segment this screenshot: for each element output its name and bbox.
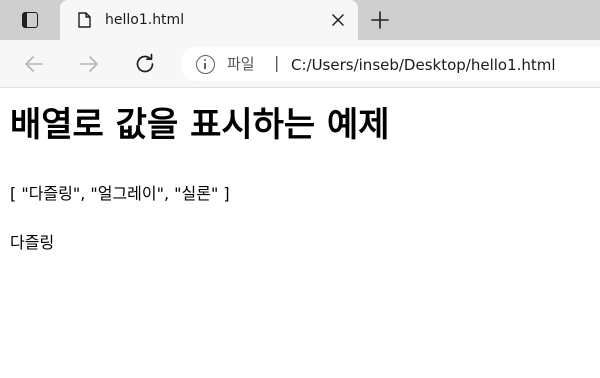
page-icon [78,12,91,28]
value-output: 다즐링 [10,233,55,252]
close-icon [332,14,344,26]
tab-hello1[interactable]: hello1.html [60,0,358,40]
address-separator: | [274,53,280,72]
back-button[interactable] [22,52,46,76]
arrow-right-icon [80,56,98,72]
tab-title: hello1.html [105,12,185,28]
browser-toolbar: 파일 | C:/Users/inseb/Desktop/hello1.html [0,40,600,88]
tab-strip: hello1.html [0,0,600,40]
arrow-left-icon [25,56,43,72]
info-icon[interactable] [196,55,215,74]
page-title: 배열로 값을 표시하는 예제 [10,105,390,145]
array-output: [ "다즐링", "얼그레이", "실론" ] [10,184,230,203]
address-bar[interactable]: 파일 | C:/Users/inseb/Desktop/hello1.html [180,47,600,81]
tab-close-button[interactable] [328,10,348,30]
page-content: 배열로 값을 표시하는 예제 [ "다즐링", "얼그레이", "실론" ] 다… [0,89,600,378]
new-tab-button[interactable] [368,8,392,32]
tab-actions-button[interactable] [8,6,52,34]
url-text[interactable]: C:/Users/inseb/Desktop/hello1.html [291,55,556,75]
file-scheme-label: 파일 [227,55,255,73]
refresh-icon [136,53,154,73]
plus-icon [371,11,389,29]
forward-button[interactable] [77,52,101,76]
tab-actions-icon [22,12,38,28]
refresh-button[interactable] [133,52,157,76]
